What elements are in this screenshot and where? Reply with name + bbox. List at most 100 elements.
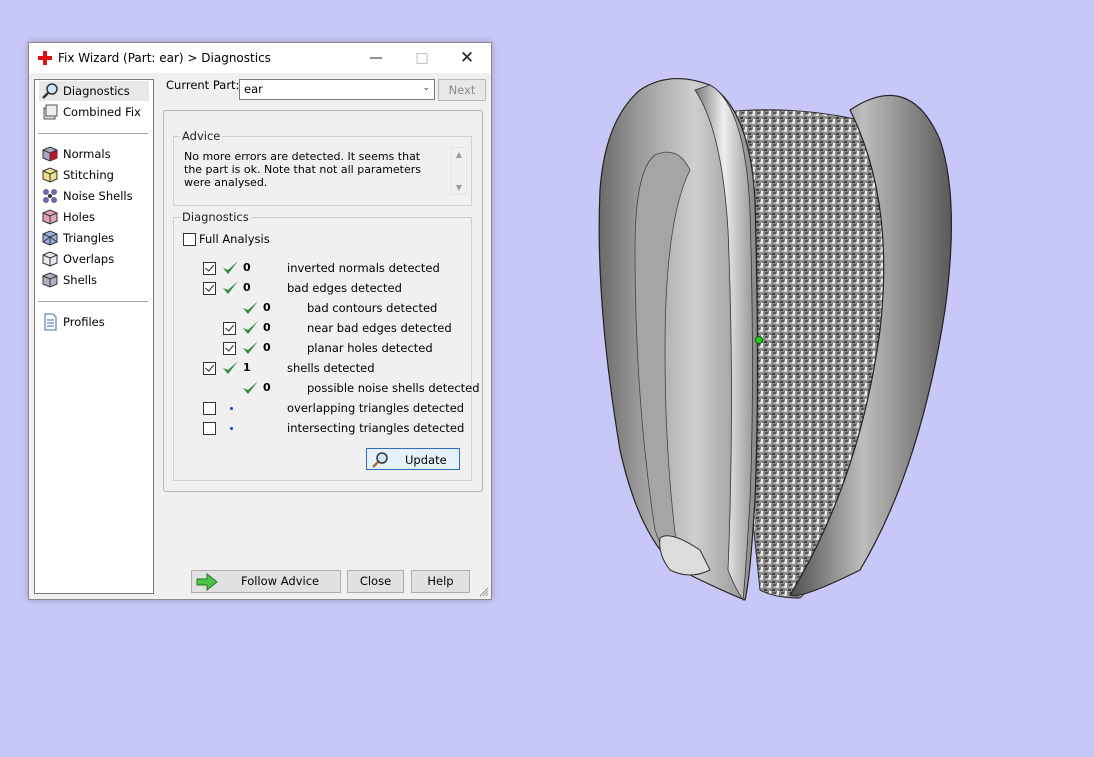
diagnostic-checkbox[interactable] — [203, 422, 216, 435]
sidebar-item-label: Shells — [63, 273, 98, 287]
cube-grey-icon — [42, 272, 58, 288]
sidebar-item-label: Stitching — [63, 168, 114, 182]
sidebar-item-noise-shells[interactable]: Noise Shells — [39, 186, 149, 206]
diagnostics-legend: Diagnostics — [180, 210, 251, 224]
diagnostic-count: 1 — [243, 361, 251, 374]
arrow-right-icon — [196, 573, 218, 591]
advice-legend: Advice — [180, 129, 223, 143]
scroll-up-icon[interactable]: ▲ — [452, 150, 466, 159]
diagnostic-label: possible noise shells detected — [307, 381, 480, 395]
diagnostic-checkbox[interactable] — [203, 282, 216, 295]
diagnostic-checkbox[interactable] — [203, 362, 216, 375]
check-icon — [223, 261, 238, 274]
sidebar-item-label: Overlaps — [63, 252, 115, 266]
sidebar-item-holes[interactable]: Holes — [39, 207, 149, 227]
sidebar-item-label: Noise Shells — [63, 189, 133, 203]
sidebar-item-label: Diagnostics — [63, 84, 130, 98]
sidebar-item-profiles[interactable]: Profiles — [39, 312, 149, 332]
diagnostic-label: overlapping triangles detected — [287, 401, 465, 415]
update-button[interactable]: Update — [366, 448, 460, 470]
cube-red-icon — [42, 146, 58, 162]
current-part-select[interactable]: ear ⌄ — [239, 79, 435, 100]
dialog-title: Fix Wizard (Part: ear) > Diagnostics — [58, 51, 271, 65]
diagnostic-count: 0 — [263, 301, 271, 314]
diagnostic-checkbox[interactable] — [203, 262, 216, 275]
check-icon — [223, 281, 238, 294]
diagnostic-count: 0 — [243, 261, 251, 274]
title-bar[interactable]: Fix Wizard (Part: ear) > Diagnostics — □… — [29, 43, 491, 73]
magnifier-icon — [42, 83, 58, 99]
diagnostic-label: near bad edges detected — [307, 321, 452, 335]
document-icon — [44, 313, 57, 331]
check-icon — [223, 361, 238, 374]
sidebar-item-shells[interactable]: Shells — [39, 270, 149, 290]
advice-text: No more errors are detected. It seems th… — [184, 150, 422, 189]
diagnostic-label: bad contours detected — [307, 301, 438, 315]
diagnostic-label: inverted normals detected — [287, 261, 440, 275]
current-part-value: ear — [244, 82, 263, 96]
full-analysis-checkbox[interactable] — [183, 233, 196, 246]
sidebar-item-overlaps[interactable]: Overlaps — [39, 249, 149, 269]
fix-wizard-dialog: Fix Wizard (Part: ear) > Diagnostics — □… — [28, 42, 492, 600]
close-window-button[interactable]: ✕ — [444, 43, 490, 73]
cube-blue-icon — [42, 230, 58, 246]
sidebar-item-label: Combined Fix — [63, 105, 141, 119]
advice-group: Advice No more errors are detected. It s… — [173, 129, 472, 206]
check-icon — [243, 341, 258, 354]
ear-mold-model — [598, 77, 953, 602]
sidebar-item-normals[interactable]: Normals — [39, 144, 149, 164]
next-button[interactable]: Next — [438, 79, 486, 101]
update-label: Update — [405, 453, 447, 467]
diagnostic-count: 0 — [243, 281, 251, 294]
diagnostic-label: intersecting triangles detected — [287, 421, 465, 435]
sidebar-divider — [38, 133, 148, 135]
sidebar-divider — [38, 301, 148, 303]
follow-advice-label: Follow Advice — [241, 574, 320, 588]
sidebar-item-label: Profiles — [63, 315, 105, 329]
diagnostic-count: 0 — [263, 341, 271, 354]
pending-dot-icon — [230, 427, 233, 430]
close-button[interactable]: Close — [347, 570, 404, 593]
sidebar-item-label: Holes — [63, 210, 95, 224]
diagnostics-group: Diagnostics Full Analysis 0 inverted norm… — [173, 210, 480, 481]
resize-grip-icon[interactable] — [479, 587, 489, 597]
stack-icon — [43, 104, 58, 120]
diagnostics-panel: Advice No more errors are detected. It s… — [163, 110, 483, 492]
check-icon — [243, 381, 258, 394]
diagnostic-label: planar holes detected — [307, 341, 433, 355]
diagnostic-count: 0 — [263, 321, 271, 334]
cube-outline-icon — [42, 251, 58, 267]
sidebar-item-label: Triangles — [63, 231, 115, 245]
pivot-marker — [755, 336, 763, 344]
full-analysis-label: Full Analysis — [199, 232, 270, 246]
cube-yellow-icon — [42, 167, 58, 183]
current-part-label: Current Part: — [166, 78, 240, 92]
sidebar-item-diagnostics[interactable]: Diagnostics — [39, 81, 149, 101]
diagnostic-label: bad edges detected — [287, 281, 402, 295]
advice-scrollbar[interactable]: ▲ ▼ — [451, 147, 467, 195]
3d-viewport[interactable] — [560, 50, 980, 630]
minimize-button[interactable]: — — [353, 43, 399, 73]
maximize-button[interactable]: □ — [399, 43, 445, 73]
diagnostic-checkbox[interactable] — [223, 342, 236, 355]
chevron-down-icon: ⌄ — [422, 83, 430, 93]
cube-pink-icon — [42, 209, 58, 225]
pending-dot-icon — [230, 407, 233, 410]
magnifier-icon — [372, 452, 388, 468]
scroll-down-icon[interactable]: ▼ — [452, 183, 466, 192]
sidebar-item-label: Normals — [63, 147, 111, 161]
diagnostic-count: 0 — [263, 381, 271, 394]
diagnostic-label: shells detected — [287, 361, 375, 375]
sidebar-item-triangles[interactable]: Triangles — [39, 228, 149, 248]
sidebar-item-combined-fix[interactable]: Combined Fix — [39, 102, 149, 122]
diagnostic-checkbox[interactable] — [223, 322, 236, 335]
wizard-sidebar: Diagnostics Combined Fix Normals Stitchi… — [34, 79, 154, 594]
follow-advice-button[interactable]: Follow Advice — [191, 570, 341, 593]
sidebar-item-stitching[interactable]: Stitching — [39, 165, 149, 185]
dots-icon — [43, 189, 57, 203]
check-icon — [243, 301, 258, 314]
help-button[interactable]: Help — [411, 570, 470, 593]
red-cross-icon — [38, 51, 52, 65]
diagnostic-checkbox[interactable] — [203, 402, 216, 415]
check-icon — [243, 321, 258, 334]
